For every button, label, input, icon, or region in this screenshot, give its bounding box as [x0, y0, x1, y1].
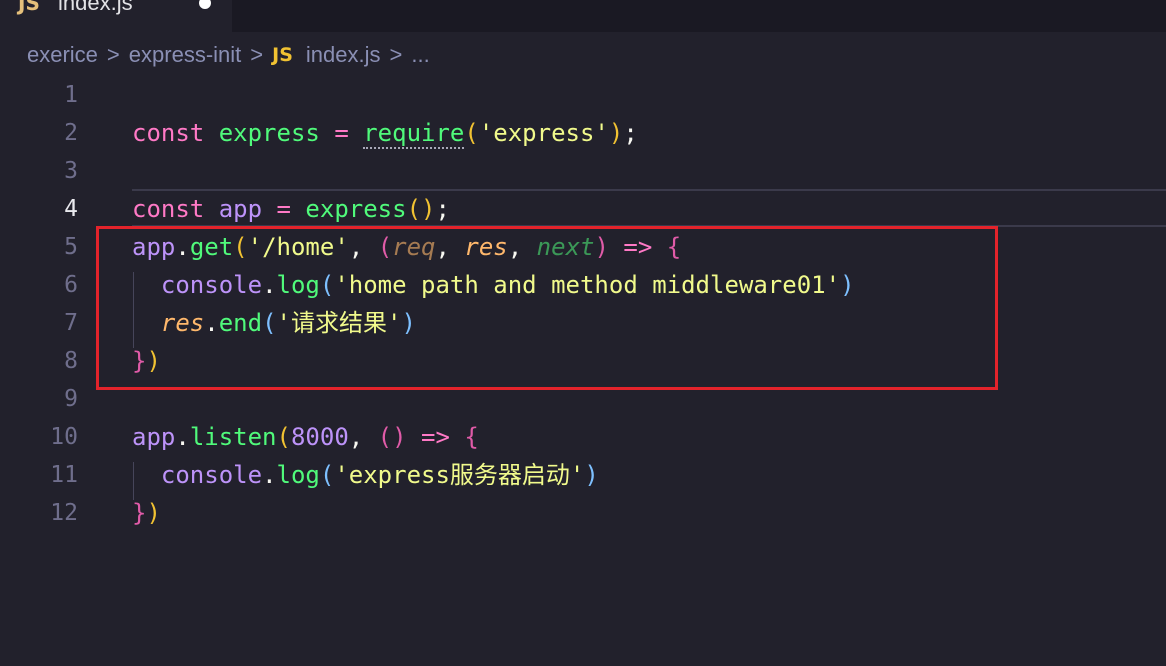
code-line[interactable]: 2 const express = require('express');: [0, 114, 1166, 152]
code-token: log: [276, 461, 320, 489]
annotation-highlight-box: [96, 226, 998, 390]
code-token: ): [608, 119, 624, 147]
code-token: (: [406, 195, 422, 223]
code-text[interactable]: const app = express();: [132, 190, 450, 228]
code-token: =>: [421, 423, 450, 451]
breadcrumb-folder-express-init[interactable]: express-init: [129, 42, 241, 68]
code-token: app: [218, 195, 263, 223]
code-token: app: [132, 423, 176, 451]
code-token: express: [305, 195, 407, 223]
code-text[interactable]: const express = require('express');: [132, 114, 638, 152]
code-token: .: [262, 461, 277, 489]
line-number: 1: [64, 82, 78, 108]
line-number: 3: [64, 158, 78, 184]
line-number: 2: [64, 120, 78, 146]
chevron-right-icon: >: [106, 42, 120, 67]
code-token: (: [319, 461, 335, 489]
tab-index-js[interactable]: JS index.js: [0, 0, 232, 32]
code-line[interactable]: 3: [0, 152, 1166, 190]
code-token: ): [392, 423, 407, 451]
breadcrumb: exerice > express-init > JS index.js > .…: [27, 40, 430, 70]
unsaved-dot-icon[interactable]: [199, 0, 211, 9]
line-number: 7: [64, 310, 78, 336]
code-token: ): [421, 195, 436, 223]
code-token: {: [464, 423, 479, 451]
code-token: require: [363, 119, 465, 149]
line-number: 8: [64, 348, 78, 374]
line-number: 4: [64, 196, 78, 222]
line-number: 12: [50, 500, 78, 526]
line-number: 11: [50, 462, 78, 488]
code-line[interactable]: 1: [0, 76, 1166, 114]
breadcrumb-folder-exerice[interactable]: exerice: [27, 42, 98, 68]
code-token: ): [146, 499, 161, 527]
code-token: ;: [623, 119, 638, 147]
code-token: (: [377, 423, 393, 451]
line-number: 9: [64, 386, 78, 412]
code-text[interactable]: console.log('express服务器启动'): [132, 456, 599, 494]
code-token: 'express': [478, 119, 609, 147]
code-token: ,: [348, 423, 364, 451]
line-number: 6: [64, 272, 78, 298]
code-text[interactable]: app.listen(8000, () => {: [132, 418, 479, 456]
line-number: 5: [64, 234, 78, 260]
code-token: const: [132, 119, 205, 147]
code-token: =: [276, 195, 291, 223]
code-token: listen: [189, 423, 277, 451]
chevron-right-icon: >: [250, 42, 264, 67]
code-token: const: [132, 195, 205, 223]
code-token: (: [464, 119, 479, 147]
code-text[interactable]: }): [132, 494, 161, 532]
breadcrumb-file[interactable]: index.js: [306, 42, 381, 68]
code-token: =: [334, 119, 349, 147]
tab-bar: JS index.js: [0, 0, 1166, 32]
chevron-right-icon: >: [389, 42, 403, 67]
tab-title: index.js: [58, 0, 133, 15]
js-file-icon: JS: [18, 0, 40, 15]
code-token: ): [584, 461, 599, 489]
breadcrumb-symbol[interactable]: ...: [411, 42, 429, 68]
code-token: (: [276, 423, 291, 451]
code-token: .: [175, 423, 190, 451]
code-line[interactable]: 10 app.listen(8000, () => {: [0, 418, 1166, 456]
js-file-icon: JS: [272, 44, 293, 66]
code-token: console: [160, 461, 263, 489]
line-number: 10: [50, 424, 78, 450]
code-line[interactable]: 12 }): [0, 494, 1166, 532]
code-token: ;: [435, 195, 450, 223]
code-line[interactable]: 4 const app = express();: [0, 190, 1166, 228]
code-token: 8000: [290, 423, 349, 451]
code-token: 'express服务器启动': [334, 461, 585, 489]
code-token: }: [132, 499, 147, 527]
code-token: express: [218, 119, 320, 147]
code-line[interactable]: 11 console.log('express服务器启动'): [0, 456, 1166, 494]
